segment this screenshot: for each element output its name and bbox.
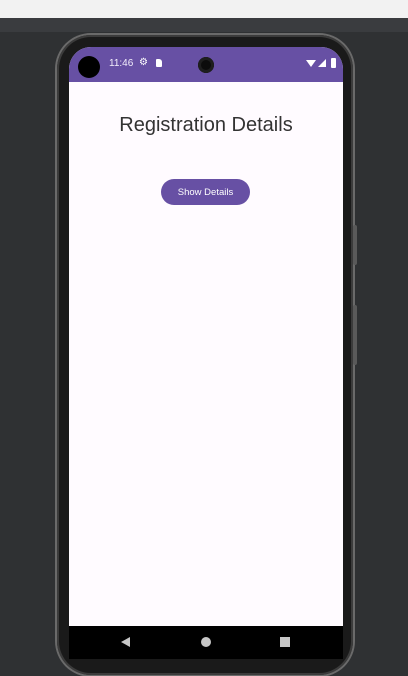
toolbar-band (0, 18, 408, 32)
wifi-icon (306, 60, 316, 67)
back-icon[interactable] (121, 637, 130, 647)
recents-icon[interactable] (280, 637, 290, 647)
sd-card-icon (156, 59, 162, 67)
punch-hole-camera (198, 57, 214, 73)
browser-top-strip (0, 0, 408, 18)
home-icon[interactable] (201, 637, 211, 647)
status-time: 11:46 (109, 58, 134, 69)
camera-cutout (78, 56, 100, 78)
signal-icon (318, 59, 326, 67)
gear-icon: ⚙ (139, 57, 148, 68)
phone-screen: 11:46 ⚙ Registration Details Show Detail… (69, 47, 343, 659)
volume-button[interactable] (353, 225, 357, 265)
navigation-bar (69, 626, 343, 659)
battery-icon (331, 58, 336, 68)
page-title: Registration Details (119, 114, 293, 136)
show-details-button[interactable]: Show Details (161, 179, 250, 205)
status-bar: 11:46 ⚙ (69, 47, 343, 82)
power-button[interactable] (353, 305, 357, 365)
